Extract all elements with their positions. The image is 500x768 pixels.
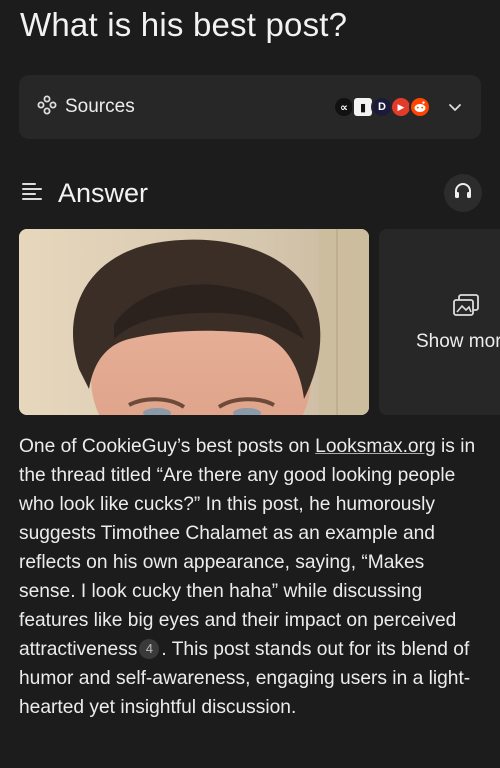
- answer-header: Answer: [20, 172, 482, 214]
- source-icons: ∝ ▮ D ▶: [333, 96, 431, 118]
- headphones-icon: [453, 181, 473, 206]
- answer-text-part-2: is in the thread titled “Are there any g…: [19, 436, 476, 660]
- sources-label: Sources: [65, 96, 135, 117]
- question-title: What is his best post?: [20, 6, 348, 43]
- answer-text: One of CookieGuy’s best posts on Looksma…: [19, 432, 481, 722]
- show-more-card[interactable]: Show more: [379, 229, 500, 415]
- sources-panel[interactable]: Sources ∝ ▮ D ▶: [19, 75, 481, 139]
- citation-badge[interactable]: 4: [139, 639, 160, 659]
- answer-title: Answer: [58, 177, 149, 208]
- sources-dots-icon: [37, 95, 57, 120]
- reddit-icon: [409, 96, 431, 118]
- gallery-icon: [453, 294, 479, 321]
- source-link[interactable]: Looksmax.org: [315, 436, 436, 457]
- listen-button[interactable]: [444, 174, 482, 212]
- result-image[interactable]: [19, 229, 369, 415]
- chevron-down-icon[interactable]: [447, 99, 463, 115]
- answer-text-part-1: One of CookieGuy’s best posts on: [19, 436, 316, 457]
- show-more-label: Show more: [416, 331, 500, 352]
- answer-lines-icon: [20, 181, 44, 206]
